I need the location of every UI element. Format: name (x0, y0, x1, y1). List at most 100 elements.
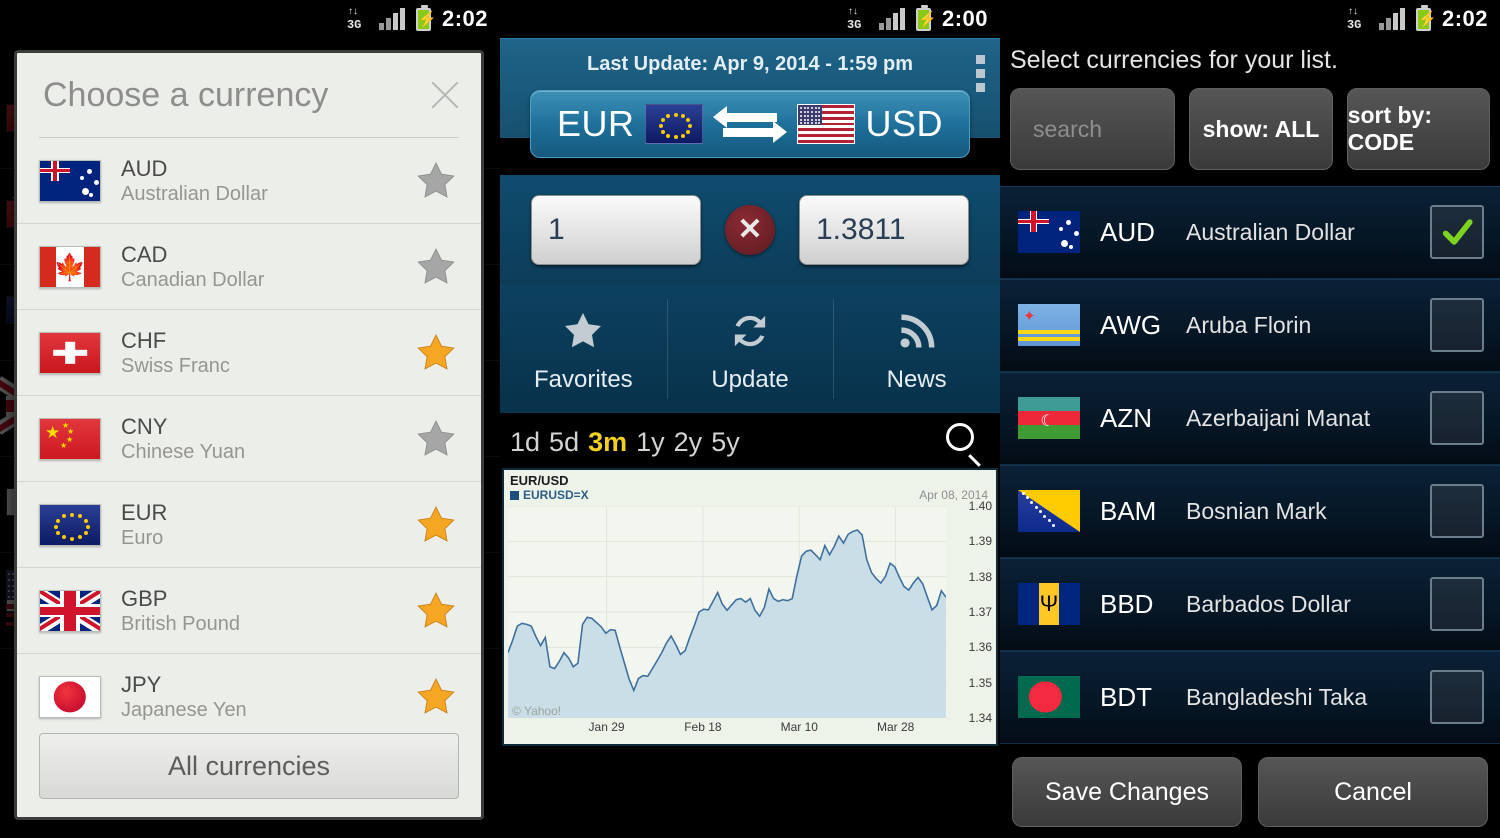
currency-code: CNY (121, 413, 168, 439)
currency-name: Euro (121, 526, 164, 549)
currency-code: GBP (121, 585, 168, 611)
range-option-3m[interactable]: 3m (588, 427, 627, 458)
overflow-menu-icon[interactable] (974, 51, 986, 95)
currency-checkbox[interactable] (1430, 484, 1484, 538)
range-option-1y[interactable]: 1y (636, 427, 665, 458)
show-filter-button[interactable]: show: ALL (1189, 88, 1333, 170)
action-favorites[interactable]: Favorites (500, 285, 667, 413)
action-news[interactable]: News (833, 285, 1000, 413)
search-icon[interactable] (944, 421, 986, 467)
currency-text: GBP British Pound (121, 585, 413, 635)
currency-text: AUD Australian Dollar (121, 156, 413, 205)
list-item[interactable]: CHF Swiss Franc (17, 310, 481, 396)
currency-name: Barbados Dollar (1186, 590, 1351, 617)
favorite-star-icon[interactable] (413, 503, 459, 547)
rate-input[interactable]: 1.3811 (799, 195, 969, 265)
status-bar-clock: 2:02 (1441, 6, 1488, 31)
range-options: 1d 5d 3m 1y 2y 5y (506, 427, 944, 458)
favorite-star-icon[interactable] (413, 417, 459, 461)
currency-name: Chinese Yuan (121, 440, 246, 463)
currency-checkbox[interactable] (1430, 577, 1484, 631)
conversion-row: 1 ✕ 1.3811 (500, 175, 1000, 285)
table-row[interactable]: AUD Australian Dollar (1000, 186, 1500, 279)
battery-charging-icon: ⚡ (1415, 4, 1437, 31)
panel-choose-currency: ↑↓ 3G ⚡ 2:02 ★★★★★ Choose a currency AUD… (0, 0, 500, 838)
exchange-rate-chart[interactable]: EUR/USD EURUSD=X Apr 08, 2014 1.40 1.39 1.… (502, 468, 998, 746)
favorite-star-icon[interactable] (413, 159, 459, 203)
range-option-2y[interactable]: 2y (674, 427, 703, 458)
currency-text: CNY Chinese Yuan (121, 413, 413, 463)
multiply-button[interactable]: ✕ (725, 205, 775, 255)
chart-plot-area (507, 505, 947, 719)
legend-label: EURUSD=X (523, 488, 589, 502)
range-option-5d[interactable]: 5d (549, 427, 579, 458)
favorite-star-icon[interactable] (413, 589, 459, 633)
swap-arrows-icon[interactable] (712, 104, 787, 144)
currency-code: CAD (121, 241, 168, 267)
currency-text: JPY Japanese Yen (121, 672, 413, 721)
list-item[interactable]: ★ ★ ★ ★ ★ CNY Chinese Yuan (17, 396, 481, 482)
list-item[interactable]: EUR Euro (17, 482, 481, 568)
three-panel-screenshot: ↑↓ 3G ⚡ 2:02 ★★★★★ Choose a currency AUD… (0, 0, 1500, 838)
currency-checkbox[interactable] (1430, 205, 1484, 259)
chart-range-bar: 1d 5d 3m 1y 2y 5y (500, 413, 1000, 471)
action-update[interactable]: Update (666, 285, 834, 413)
status-bar-clock: 2:02 (441, 6, 488, 31)
amount-input[interactable]: 1 (531, 195, 701, 265)
close-icon[interactable] (423, 73, 467, 117)
currency-name: Australian Dollar (1186, 218, 1355, 245)
table-row[interactable]: ✦ AWG Aruba Florin (1000, 279, 1500, 372)
status-bar-left: ↑↓ 3G ⚡ 2:02 (0, 0, 500, 38)
currency-name: Bosnian Mark (1186, 497, 1327, 524)
currency-name: Swiss Franc (121, 354, 230, 377)
flag-icon-cny: ★ ★ ★ ★ ★ (39, 417, 101, 460)
status-bar-clock: 2:00 (941, 6, 988, 31)
currency-pair-selector[interactable]: EUR USD (530, 90, 970, 158)
currency-checkbox[interactable] (1430, 391, 1484, 445)
flag-icon-aud (1018, 211, 1080, 253)
currency-code: CHF (121, 327, 167, 353)
cancel-button[interactable]: Cancel (1258, 757, 1488, 827)
sort-by-button[interactable]: sort by: CODE (1346, 88, 1490, 170)
currency-text: CHF Swiss Franc (121, 327, 413, 377)
network-3g-icon: ↑↓ 3G (346, 6, 362, 32)
flag-icon-eur (39, 503, 101, 546)
signal-strength-icon (378, 8, 405, 30)
flag-icon-awg: ✦ (1018, 304, 1080, 346)
network-3g-icon: ↑↓ 3G (846, 6, 862, 32)
currency-list: AUD Australian Dollar 🍁 CAD Canadian Dollar C… (17, 138, 481, 721)
currency-checkbox[interactable] (1430, 298, 1484, 352)
currency-code: AWG (1100, 309, 1162, 340)
favorite-star-icon[interactable] (413, 245, 459, 289)
currency-name: Bangladeshi Taka (1186, 683, 1368, 710)
currency-checkbox[interactable] (1430, 670, 1484, 724)
flag-icon-jpy (39, 675, 101, 718)
range-option-5y[interactable]: 5y (711, 427, 740, 458)
currency-name: Aruba Florin (1186, 311, 1312, 338)
save-changes-button[interactable]: Save Changes (1012, 757, 1242, 827)
list-item[interactable]: 🍁 CAD Canadian Dollar (17, 224, 481, 310)
table-row[interactable]: BAM Bosnian Mark (1000, 465, 1500, 558)
currency-selection-list: AUD Australian Dollar ✦ AWG Aruba Florin ☾ AZN… (1000, 186, 1500, 746)
refresh-icon (723, 304, 777, 358)
favorite-star-icon[interactable] (413, 331, 459, 375)
list-item[interactable]: GBP British Pound (17, 568, 481, 654)
list-item[interactable]: JPY Japanese Yen (17, 654, 481, 721)
favorite-star-icon[interactable] (413, 675, 459, 719)
panel-converter: ↑↓ 3G ⚡ 2:00 Last Update: Apr 9, 2014 - … (500, 0, 1000, 838)
list-item[interactable]: AUD Australian Dollar (17, 138, 481, 224)
currency-code: AZN (1100, 402, 1152, 433)
choose-currency-dialog: Choose a currency AUD Australian Dollar 🍁 C… (14, 50, 484, 820)
range-option-1d[interactable]: 1d (510, 427, 540, 458)
currency-code: BDT (1100, 681, 1152, 712)
dialog-footer: All currencies (17, 721, 481, 817)
x-axis-tick: Feb 18 (684, 720, 722, 734)
table-row[interactable]: ☾ AZN Azerbaijani Manat (1000, 372, 1500, 465)
currency-code: AUD (1100, 216, 1155, 247)
currency-text: CAD Canadian Dollar (121, 241, 413, 291)
dialog-footer-buttons: Save Changes Cancel (1000, 746, 1500, 838)
search-input[interactable]: search (1010, 88, 1176, 170)
table-row[interactable]: BDT Bangladeshi Taka (1000, 651, 1500, 744)
table-row[interactable]: Ψ BBD Barbados Dollar (1000, 558, 1500, 651)
all-currencies-button[interactable]: All currencies (39, 733, 459, 799)
